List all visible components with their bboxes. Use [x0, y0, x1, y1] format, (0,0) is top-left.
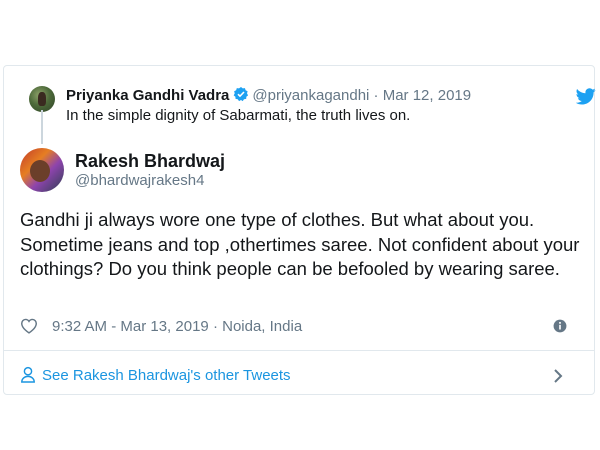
quoted-author-handle[interactable]: @priyankagandhi	[252, 87, 369, 104]
rakesh-avatar[interactable]	[20, 148, 64, 192]
tweet-author-name[interactable]: Rakesh Bhardwaj	[75, 150, 225, 172]
footer-divider	[4, 350, 594, 351]
twitter-bird-icon[interactable]	[575, 88, 596, 110]
verified-badge-icon	[233, 86, 249, 107]
quoted-author-name[interactable]: Priyanka Gandhi Vadra	[66, 87, 229, 104]
tweet-author-handle[interactable]: @bhardwajrakesh4	[75, 172, 204, 190]
quoted-tweet-date[interactable]: Mar 12, 2019	[383, 87, 471, 104]
quoted-tweet-header: Priyanka Gandhi Vadra @priyankagandhi · M…	[66, 86, 471, 107]
person-icon	[20, 366, 36, 388]
see-other-tweets-label: See Rakesh Bhardwaj's other Tweets	[42, 367, 291, 384]
heart-icon[interactable]	[20, 318, 38, 339]
tweet-timestamp[interactable]: 9:32 AM - Mar 13, 2019	[52, 318, 209, 335]
quoted-tweet-text: In the simple dignity of Sabarmati, the …	[66, 107, 411, 124]
chevron-right-icon[interactable]	[553, 368, 563, 389]
header-separator: ·	[373, 87, 379, 104]
tweet-text: Gandhi ji always wore one type of clothe…	[20, 209, 580, 279]
info-icon[interactable]	[553, 319, 567, 338]
tweet-location[interactable]: Noida, India	[222, 318, 302, 335]
tweet-meta: 9:32 AM - Mar 13, 2019 · Noida, India	[20, 318, 302, 339]
see-other-tweets-link[interactable]: See Rakesh Bhardwaj's other Tweets	[20, 366, 291, 388]
priyanka-avatar[interactable]	[29, 86, 55, 112]
location-separator: ·	[212, 318, 218, 335]
thread-connector-line	[41, 110, 43, 144]
